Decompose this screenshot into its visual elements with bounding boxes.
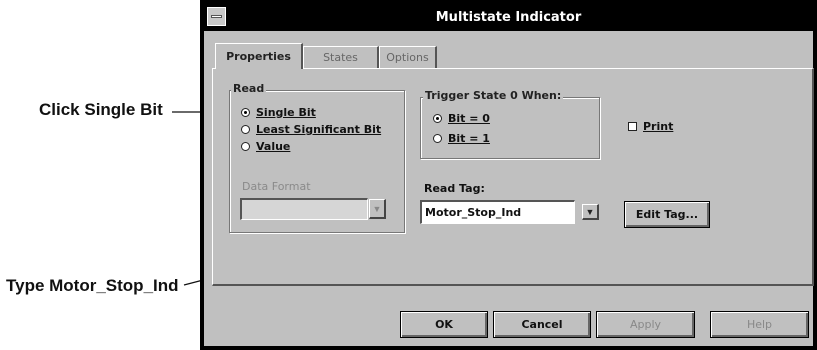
radio-bit-1[interactable]: Bit = 1	[433, 132, 490, 145]
read-tag-input[interactable]: Motor_Stop_Ind	[420, 200, 575, 224]
radio-single-bit[interactable]: Single Bit	[241, 106, 316, 119]
data-format-field[interactable]	[240, 198, 368, 220]
radio-value[interactable]: Value	[241, 140, 290, 153]
tab-options[interactable]: Options	[379, 46, 437, 68]
chevron-down-icon: ▼	[372, 203, 382, 214]
checkbox-indicator	[628, 122, 637, 131]
trigger-group-title: Trigger State 0 When:	[423, 89, 564, 102]
read-group-title: Read	[231, 82, 267, 95]
help-button[interactable]: Help	[710, 311, 809, 338]
radio-bit-0-label: Bit = 0	[448, 112, 490, 125]
radio-indicator	[241, 125, 250, 134]
chevron-down-icon: ▼	[585, 206, 595, 217]
radio-value-label: Value	[256, 140, 291, 153]
edit-tag-button[interactable]: Edit Tag...	[624, 201, 710, 228]
radio-indicator	[433, 134, 442, 143]
radio-indicator	[433, 114, 442, 123]
title-bar[interactable]: Multistate Indicator	[203, 4, 814, 31]
radio-least-significant-bit[interactable]: Least Significant Bit	[241, 123, 381, 136]
data-format-dropdown-button[interactable]: ▼	[369, 199, 386, 219]
print-checkbox[interactable]: Print	[628, 120, 673, 133]
apply-button[interactable]: Apply	[596, 311, 695, 338]
radio-bit-1-label: Bit = 1	[448, 132, 490, 145]
window-title: Multistate Indicator	[435, 10, 582, 25]
tab-states[interactable]: States	[303, 46, 379, 68]
radio-least-significant-bit-label: Least Significant Bit	[256, 123, 382, 136]
read-tag-browse-button[interactable]: ▼	[582, 204, 599, 220]
ok-button[interactable]: OK	[400, 311, 488, 338]
cancel-button[interactable]: Cancel	[493, 311, 591, 338]
tab-properties[interactable]: Properties	[215, 43, 303, 69]
data-format-label: Data Format	[242, 180, 311, 193]
read-tag-label: Read Tag:	[424, 182, 485, 195]
radio-indicator	[241, 142, 250, 151]
radio-bit-0[interactable]: Bit = 0	[433, 112, 490, 125]
trigger-group	[420, 97, 600, 159]
system-menu-icon[interactable]	[207, 7, 226, 26]
radio-indicator	[241, 108, 250, 117]
print-checkbox-label: Print	[643, 120, 674, 133]
radio-single-bit-label: Single Bit	[256, 106, 316, 119]
